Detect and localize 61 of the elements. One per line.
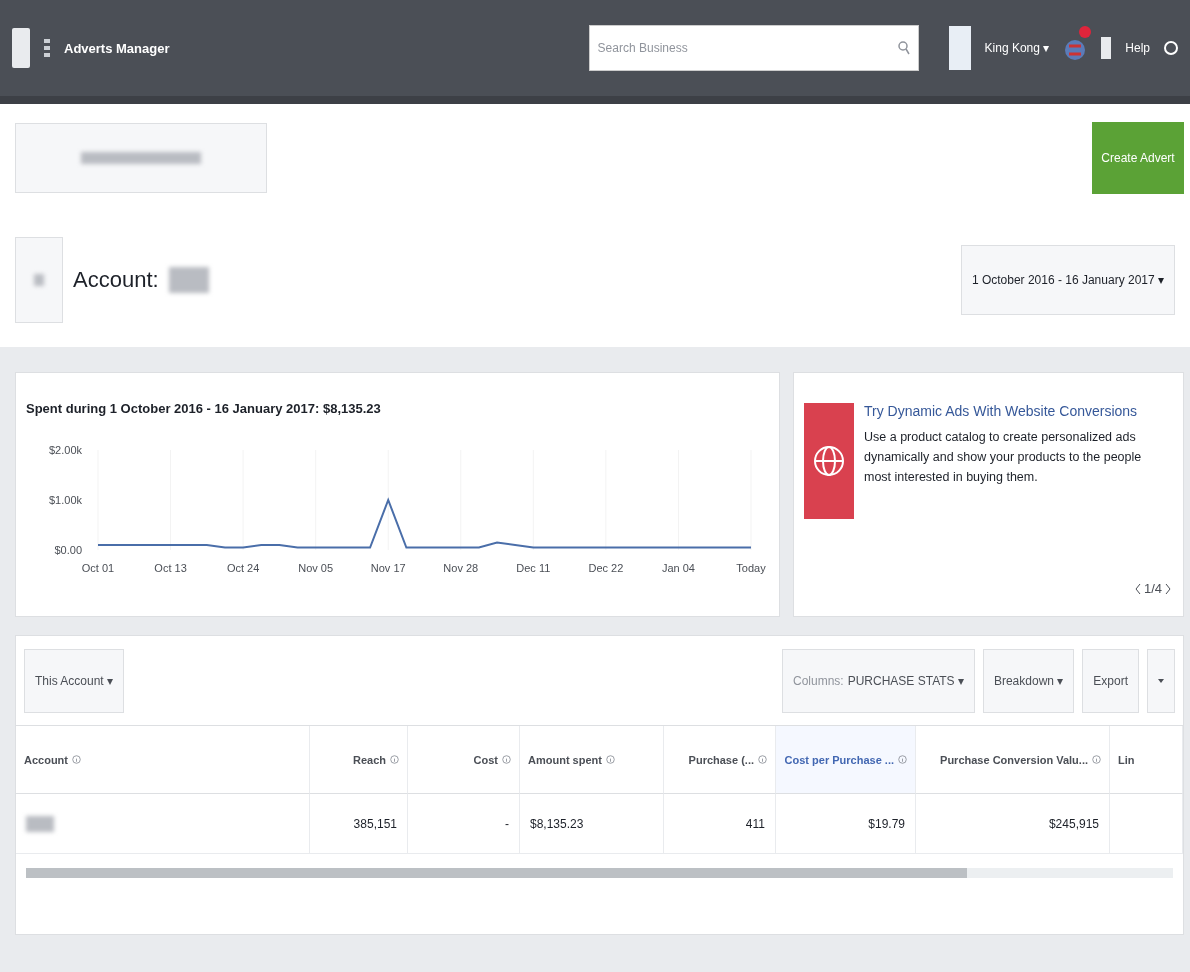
help-link[interactable]: Help (1125, 41, 1150, 55)
date-range-button[interactable]: 1 October 2016 - 16 January 2017 ▾ (960, 244, 1175, 315)
column-header[interactable]: Amount spent (520, 726, 664, 794)
y-tick-label: $2.00k (48, 444, 82, 456)
x-tick-label: Oct 24 (226, 562, 260, 574)
table-cell: $245,915 (916, 794, 1110, 854)
info-icon (72, 755, 81, 764)
column-header[interactable]: Reach (310, 726, 408, 794)
redacted-text (26, 815, 54, 832)
redacted-text (34, 273, 44, 286)
column-header[interactable]: Purchase (... (664, 726, 776, 794)
app-title: Adverts Manager (64, 40, 170, 56)
pager-count: 1/4 (1143, 581, 1162, 596)
x-tick-label: Nov 17 (370, 562, 406, 574)
x-tick-label: Today (736, 562, 766, 574)
breakdown-dropdown[interactable]: Breakdown ▾ (982, 648, 1075, 713)
x-tick-label: Oct 13 (154, 562, 187, 574)
y-tick-label: $0.00 (54, 544, 82, 556)
account-label: Account: (73, 266, 159, 293)
promo-title[interactable]: Try Dynamic Ads With Website Conversions (864, 403, 1171, 419)
info-icon (390, 755, 399, 764)
column-header[interactable]: Account (16, 726, 310, 794)
table-cell: - (408, 794, 520, 854)
scrollbar-thumb[interactable] (26, 868, 967, 878)
y-tick-label: $1.00k (48, 494, 82, 506)
column-header[interactable]: Cost per Purchase ... (776, 726, 916, 794)
table-cell: $8,135.23 (520, 794, 664, 854)
column-header[interactable]: Lin (1110, 726, 1183, 794)
chevron-right-icon[interactable] (1165, 582, 1171, 595)
info-icon (898, 755, 907, 764)
search-icon[interactable] (897, 41, 910, 55)
table-cell: 385,151 (310, 794, 408, 854)
x-tick-label: Jan 04 (661, 562, 695, 574)
info-icon (758, 755, 767, 764)
columns-dropdown[interactable]: Columns: PURCHASE STATS ▾ (782, 648, 975, 713)
table-cell: 411 (664, 794, 776, 854)
x-tick-label: Oct 01 (81, 562, 115, 574)
caret-icon (1158, 677, 1164, 684)
x-tick-label: Dec 22 (588, 562, 624, 574)
scope-dropdown[interactable]: This Account ▾ (24, 648, 125, 713)
info-icon (1092, 755, 1101, 764)
export-button[interactable]: Export (1082, 648, 1139, 713)
avatar[interactable] (948, 26, 971, 70)
user-menu[interactable]: King Kong ▾ (984, 41, 1050, 55)
column-header[interactable]: Purchase Conversion Valu... (916, 726, 1110, 794)
globe-icon (804, 403, 854, 519)
info-icon (605, 755, 615, 764)
promo-text: Use a product catalog to create personalized ads dynamically and show your products to the people most interested in buying them. (864, 429, 1143, 486)
table-cell: $19.79 (776, 794, 916, 854)
business-switcher[interactable] (15, 123, 267, 193)
search-field[interactable]: Search Business (588, 25, 919, 71)
x-tick-label: Dec 11 (516, 562, 551, 574)
x-tick-label: Nov 05 (298, 562, 334, 574)
redacted-text (168, 266, 209, 293)
column-header[interactable]: Cost (408, 726, 520, 794)
chart-title: Spent during 1 October 2016 - 16 January 2017: $8,135.23 (26, 401, 382, 416)
chevron-left-icon[interactable] (1134, 582, 1141, 595)
menu-icon[interactable] (44, 39, 50, 57)
info-icon (502, 755, 511, 764)
x-tick-label: Nov 28 (443, 562, 479, 574)
help-icon[interactable] (1164, 38, 1178, 58)
